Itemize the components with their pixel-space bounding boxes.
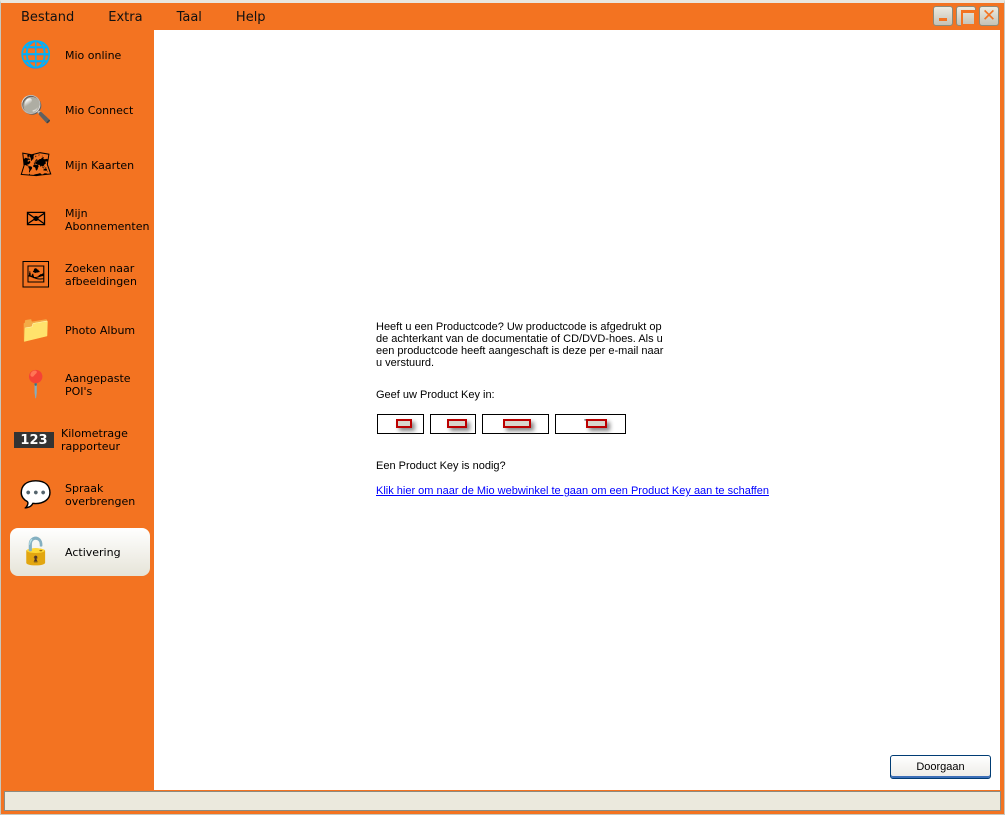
sidebar-item-zoeken-afbeeldingen[interactable]: 🖼 Zoeken naar afbeeldingen	[10, 251, 150, 299]
main-content: Heeft u een Productcode? Uw productcode …	[154, 30, 1000, 790]
product-key-field-1[interactable]: F	[377, 414, 424, 434]
close-button[interactable]: ✕	[979, 6, 999, 26]
continue-button[interactable]: Doorgaan	[890, 755, 991, 779]
sidebar-item-mijn-kaarten[interactable]: 🗺 Mijn Kaarten	[10, 141, 150, 189]
sidebar-item-mio-connect[interactable]: 🔍 Mio Connect	[10, 86, 150, 134]
product-key-field-2[interactable]: Z	[430, 414, 476, 434]
menu-extra[interactable]: Extra	[91, 6, 159, 30]
menu-bestand[interactable]: Bestand	[4, 6, 91, 30]
webshop-link[interactable]: Klik hier om naar de Mio webwinkel te ga…	[376, 485, 769, 497]
product-key-fields: F Z N T8	[377, 414, 632, 434]
product-key-prompt: Geef uw Product Key in:	[376, 389, 495, 401]
sidebar-item-abonnementen[interactable]: ✉ Mijn Abonnementen	[10, 196, 150, 244]
maximize-button[interactable]	[956, 6, 976, 26]
odometer-icon: 123	[14, 432, 54, 448]
envelope-icon: ✉	[25, 205, 47, 235]
sidebar-item-activering[interactable]: 🔓 Activering	[10, 528, 150, 576]
sidebar: 🌐 Mio online 🔍 Mio Connect 🗺 Mijn Kaarten ✉…	[4, 30, 154, 790]
image-search-icon: 🖼	[19, 260, 53, 290]
sidebar-item-mio-online[interactable]: 🌐 Mio online	[10, 31, 150, 79]
minimize-button[interactable]	[933, 6, 953, 26]
status-bar	[4, 791, 1001, 811]
product-key-field-4[interactable]: T8	[555, 414, 626, 434]
speech-icon: 💬	[19, 480, 53, 510]
photo-album-icon: 📁	[19, 315, 53, 345]
globe-icon: 🌐	[19, 40, 53, 70]
need-key-text: Een Product Key is nodig?	[376, 460, 506, 472]
sidebar-item-photo-album[interactable]: 📁 Photo Album	[10, 306, 150, 354]
product-key-field-3[interactable]: N	[482, 414, 549, 434]
globe-search-icon: 🔍	[19, 95, 53, 125]
sidebar-item-kilometrage[interactable]: 123 Kilometrage rapporteur	[10, 416, 150, 464]
poi-icon: 📍	[19, 370, 53, 400]
menu-bar: Bestand Extra Taal Help	[4, 6, 283, 30]
menu-help[interactable]: Help	[219, 6, 283, 30]
map-icon: 🗺	[19, 150, 53, 180]
intro-text: Heeft u een Productcode? Uw productcode …	[376, 321, 664, 369]
sidebar-item-spraak[interactable]: 💬 Spraak overbrengen	[10, 471, 150, 519]
sidebar-item-poi[interactable]: 📍 Aangepaste POI's	[10, 361, 150, 409]
padlock-icon: 🔓	[19, 537, 53, 567]
menu-taal[interactable]: Taal	[160, 6, 219, 30]
